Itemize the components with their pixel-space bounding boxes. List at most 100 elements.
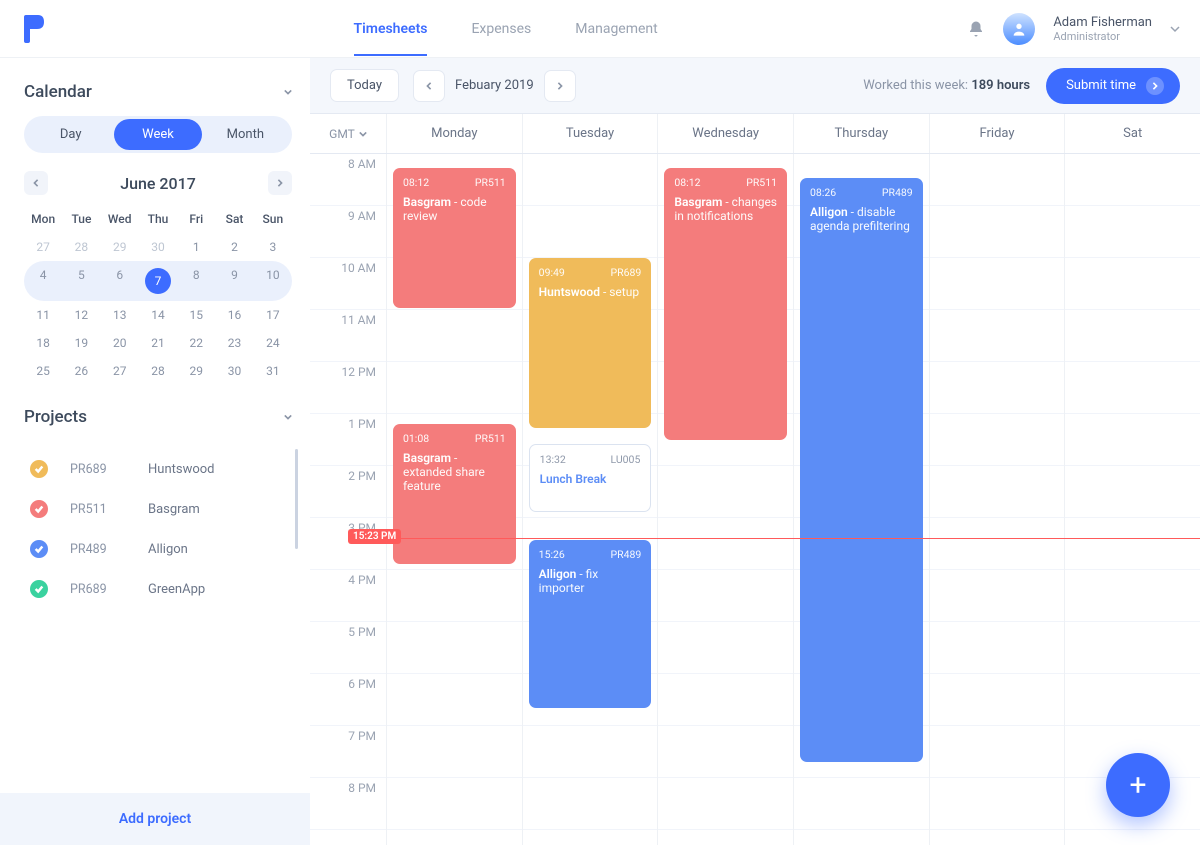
mini-date-cell[interactable]: 7 xyxy=(139,261,177,301)
time-slot[interactable] xyxy=(387,726,522,778)
time-slot[interactable] xyxy=(930,674,1065,726)
scrollbar-thumb[interactable] xyxy=(295,449,298,549)
mini-date-cell[interactable]: 29 xyxy=(177,357,215,385)
user-meta[interactable]: Adam Fisherman Administrator xyxy=(1053,15,1152,43)
time-slot[interactable] xyxy=(387,362,522,414)
time-slot[interactable] xyxy=(930,414,1065,466)
time-slot[interactable] xyxy=(387,310,522,362)
project-item[interactable]: PR689GreenApp xyxy=(24,569,292,609)
mini-date-cell[interactable]: 4 xyxy=(24,261,62,301)
mini-date-cell[interactable]: 5 xyxy=(62,261,100,301)
add-project-button[interactable]: Add project xyxy=(0,793,310,845)
mini-date-cell[interactable]: 30 xyxy=(139,233,177,261)
time-slot[interactable] xyxy=(794,778,929,830)
time-slot[interactable] xyxy=(1065,206,1200,258)
time-slot[interactable] xyxy=(930,206,1065,258)
time-slot[interactable] xyxy=(1065,414,1200,466)
time-slot[interactable] xyxy=(387,674,522,726)
view-mode-day[interactable]: Day xyxy=(27,119,114,150)
timezone-selector[interactable]: GMT xyxy=(310,114,386,153)
time-slot[interactable] xyxy=(1065,362,1200,414)
mini-date-cell[interactable]: 27 xyxy=(101,357,139,385)
avatar[interactable] xyxy=(1003,13,1035,45)
time-slot[interactable] xyxy=(930,258,1065,310)
time-slot[interactable] xyxy=(658,570,793,622)
time-slot[interactable] xyxy=(930,518,1065,570)
time-slot[interactable] xyxy=(1065,258,1200,310)
project-item[interactable]: PR511Basgram xyxy=(24,489,292,529)
mini-date-cell[interactable]: 2 xyxy=(215,233,253,261)
calendar-event[interactable]: 09:49PR689Huntswood - setup xyxy=(529,258,652,428)
next-month-button[interactable] xyxy=(268,171,292,195)
project-item[interactable]: PR689Huntswood xyxy=(24,449,292,489)
calendar-event[interactable]: 15:26PR489Alligon - fix importer xyxy=(529,540,652,708)
view-mode-week[interactable]: Week xyxy=(114,119,201,150)
time-slot[interactable] xyxy=(387,622,522,674)
time-slot[interactable] xyxy=(930,778,1065,830)
today-button[interactable]: Today xyxy=(330,69,399,102)
mini-date-cell[interactable]: 17 xyxy=(254,301,292,329)
calendar-event[interactable]: 08:12PR511Basgram - code review xyxy=(393,168,516,308)
mini-date-cell[interactable]: 29 xyxy=(101,233,139,261)
calendar-event[interactable]: 08:12PR511Basgram - changes in notificat… xyxy=(664,168,787,440)
time-slot[interactable] xyxy=(1065,154,1200,206)
mini-date-cell[interactable]: 18 xyxy=(24,329,62,357)
calendar-section-head[interactable]: Calendar xyxy=(24,82,292,102)
mini-date-cell[interactable]: 10 xyxy=(254,261,292,301)
day-column[interactable]: 08:12PR511Basgram - changes in notificat… xyxy=(657,154,793,845)
time-slot[interactable] xyxy=(1065,622,1200,674)
calendar-event[interactable]: 01:08PR511Basgram - extanded share featu… xyxy=(393,424,516,564)
mini-date-cell[interactable]: 21 xyxy=(139,329,177,357)
chevron-down-icon[interactable] xyxy=(1170,24,1180,34)
mini-date-cell[interactable]: 9 xyxy=(215,261,253,301)
nav-management[interactable]: Management xyxy=(575,2,657,56)
project-item[interactable]: PR489Alligon xyxy=(24,529,292,569)
mini-date-cell[interactable]: 28 xyxy=(139,357,177,385)
mini-date-cell[interactable]: 3 xyxy=(254,233,292,261)
logo[interactable] xyxy=(20,15,44,43)
time-slot[interactable] xyxy=(930,726,1065,778)
time-slot[interactable] xyxy=(930,466,1065,518)
time-slot[interactable] xyxy=(523,726,658,778)
time-slot[interactable] xyxy=(658,674,793,726)
mini-date-cell[interactable]: 8 xyxy=(177,261,215,301)
prev-month-button[interactable] xyxy=(24,171,48,195)
time-slot[interactable] xyxy=(930,154,1065,206)
mini-date-cell[interactable]: 26 xyxy=(62,357,100,385)
day-column[interactable]: 09:49PR689Huntswood - setup 13:32LU005Lun… xyxy=(522,154,658,845)
add-event-fab[interactable]: + xyxy=(1106,753,1170,817)
nav-timesheets[interactable]: Timesheets xyxy=(354,2,428,56)
mini-date-cell[interactable]: 24 xyxy=(254,329,292,357)
time-slot[interactable] xyxy=(1065,466,1200,518)
calendar-event[interactable]: 13:32LU005Lunch Break xyxy=(529,444,652,512)
mini-date-cell[interactable]: 27 xyxy=(24,233,62,261)
view-mode-month[interactable]: Month xyxy=(202,119,289,150)
mini-date-cell[interactable]: 28 xyxy=(62,233,100,261)
next-week-button[interactable] xyxy=(544,70,576,102)
mini-date-cell[interactable]: 31 xyxy=(254,357,292,385)
bell-icon[interactable] xyxy=(967,20,985,38)
mini-date-cell[interactable]: 25 xyxy=(24,357,62,385)
time-slot[interactable] xyxy=(523,206,658,258)
mini-date-cell[interactable]: 16 xyxy=(215,301,253,329)
mini-date-cell[interactable]: 22 xyxy=(177,329,215,357)
mini-date-cell[interactable]: 11 xyxy=(24,301,62,329)
mini-date-cell[interactable]: 13 xyxy=(101,301,139,329)
projects-section-head[interactable]: Projects xyxy=(24,407,292,427)
time-slot[interactable] xyxy=(930,570,1065,622)
time-slot[interactable] xyxy=(387,570,522,622)
day-column[interactable] xyxy=(929,154,1065,845)
time-slot[interactable] xyxy=(930,622,1065,674)
time-slot[interactable] xyxy=(658,622,793,674)
time-slot[interactable] xyxy=(523,778,658,830)
mini-date-cell[interactable]: 12 xyxy=(62,301,100,329)
nav-expenses[interactable]: Expenses xyxy=(471,2,531,56)
submit-time-button[interactable]: Submit time xyxy=(1046,68,1180,104)
day-column[interactable]: 08:26PR489Alligon - disable agenda prefi… xyxy=(793,154,929,845)
calendar-event[interactable]: 08:26PR489Alligon - disable agenda prefi… xyxy=(800,178,923,762)
mini-date-cell[interactable]: 20 xyxy=(101,329,139,357)
prev-week-button[interactable] xyxy=(413,70,445,102)
time-slot[interactable] xyxy=(387,778,522,830)
mini-date-cell[interactable]: 14 xyxy=(139,301,177,329)
time-slot[interactable] xyxy=(930,310,1065,362)
